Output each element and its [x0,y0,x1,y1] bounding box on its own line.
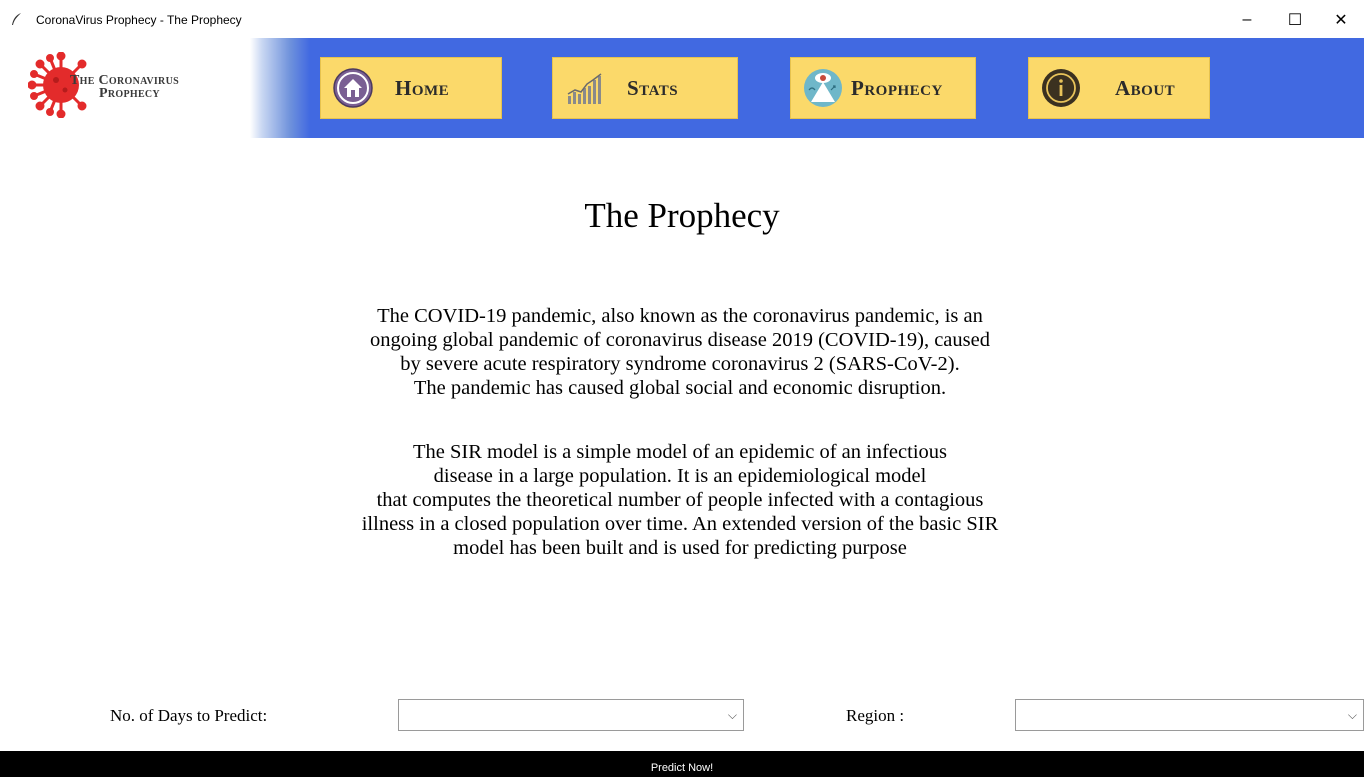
chevron-down-icon[interactable]: ⌵ [728,708,737,723]
predict-now-button[interactable]: Predict Now! [0,751,1364,777]
region-label: Region : [846,706,905,725]
predict-now-label: Predict Now! [650,762,714,774]
intro-line: by severe acute respiratory syndrome cor… [400,353,960,375]
chevron-down-icon[interactable]: ⌵ [1348,708,1357,723]
logo-panel: The Coronavirus Prophecy [0,38,310,138]
house-icon [333,68,373,108]
nav-stats-label: Stats [627,75,679,100]
logo-title: The Coronavirus Prophecy [70,74,179,101]
nav-stats-button[interactable]: Stats [552,57,738,119]
feather-icon [12,13,21,25]
nav-prophecy-button[interactable]: Prophecy [790,57,976,119]
prophecy-eye-icon [804,69,842,107]
maximize-icon: ☐ [1287,12,1303,29]
intro-line: ongoing global pandemic of coronavirus d… [370,329,990,351]
minimize-button[interactable]: – [1224,6,1270,34]
sir-line: The SIR model is a simple model of an ep… [412,441,947,463]
intro-line: The COVID-19 pandemic, also known as the… [377,305,983,327]
intro-paragraph: The COVID-19 pandemic, also known as the… [280,304,1080,400]
region-select[interactable]: ⌵ [1015,699,1364,731]
logo-line-2: Prophecy [99,86,160,101]
nav-about-label: About [1115,75,1176,100]
page-title: The Prophecy [584,196,780,235]
nav-about-button[interactable]: About [1028,57,1210,119]
nav-prophecy-label: Prophecy [851,75,943,100]
sir-line: disease in a large population. It is an … [433,465,927,487]
intro-line: The pandemic has caused global social an… [413,377,947,399]
close-button[interactable]: ✕ [1318,6,1364,34]
sir-line: model has been built and is used for pre… [453,537,907,559]
nav-home-button[interactable]: Home [320,57,502,119]
days-select[interactable]: ⌵ [398,699,744,731]
info-icon [1042,69,1080,107]
window-title: CoronaVirus Prophecy - The Prophecy [36,13,242,27]
minimize-icon: – [1242,11,1252,28]
bar-chart-icon [567,73,602,104]
close-icon: ✕ [1334,12,1348,29]
sir-model-paragraph: The SIR model is a simple model of an ep… [280,440,1080,560]
window-titlebar: CoronaVirus Prophecy - The Prophecy – ☐ … [0,0,1364,38]
days-label: No. of Days to Predict: [110,706,268,725]
maximize-button[interactable]: ☐ [1272,6,1318,34]
header-bar: The Coronavirus Prophecy Home Stats Prop… [0,38,1364,138]
nav-home-label: Home [395,75,450,100]
sir-line: that computes the theoretical number of … [376,489,984,511]
sir-line: illness in a closed population over time… [361,513,999,535]
